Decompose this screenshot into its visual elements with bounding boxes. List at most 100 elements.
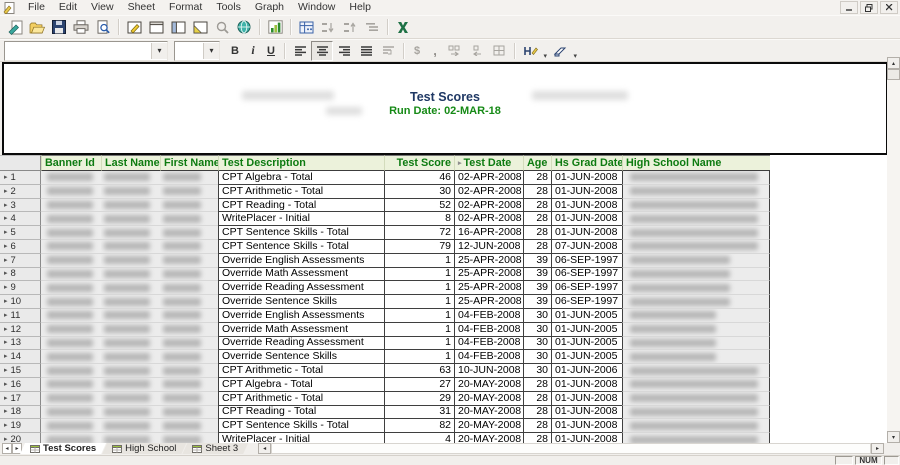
redacted-last-name-cell[interactable]: [101, 281, 160, 295]
scroll-up-icon[interactable]: [887, 57, 900, 69]
header-test-description[interactable]: Test Description: [218, 155, 384, 171]
hs-grad-date-cell[interactable]: 01-JUN-2008: [551, 406, 622, 420]
menu-sheet[interactable]: Sheet: [121, 0, 162, 15]
redacted-high-school-cell[interactable]: [622, 295, 770, 309]
align-left-button[interactable]: [289, 41, 311, 61]
test-date-cell[interactable]: 25-APR-2008: [454, 268, 523, 282]
header-first-name[interactable]: First Name: [160, 155, 218, 171]
test-score-cell[interactable]: 27: [384, 378, 454, 392]
hs-grad-date-cell[interactable]: 06-SEP-1997: [551, 281, 622, 295]
redacted-last-name-cell[interactable]: [101, 433, 160, 443]
tab-test-scores[interactable]: Test Scores: [20, 443, 106, 454]
align-justify-button[interactable]: [355, 41, 377, 61]
test-description-cell[interactable]: CPT Arithmetic - Total: [218, 185, 384, 199]
row-number[interactable]: 4: [0, 212, 41, 226]
redacted-first-name-cell[interactable]: [160, 350, 218, 364]
hs-grad-date-cell[interactable]: 01-JUN-2008: [551, 433, 622, 443]
sort-descending-button[interactable]: [339, 17, 361, 37]
tab-sheet-3[interactable]: Sheet 3: [182, 443, 248, 454]
font-size-select[interactable]: [174, 41, 220, 61]
test-date-cell[interactable]: 25-APR-2008: [454, 254, 523, 268]
hs-grad-date-cell[interactable]: 01-JUN-2005: [551, 309, 622, 323]
hs-grad-date-cell[interactable]: 01-JUN-2008: [551, 392, 622, 406]
new-report-button[interactable]: [4, 17, 26, 37]
test-score-cell[interactable]: 1: [384, 350, 454, 364]
row-number[interactable]: 9: [0, 281, 41, 295]
redacted-first-name-cell[interactable]: [160, 337, 218, 351]
test-date-cell[interactable]: 02-APR-2008: [454, 185, 523, 199]
mask-view-button[interactable]: [189, 17, 211, 37]
age-cell[interactable]: 39: [523, 268, 551, 282]
row-number[interactable]: 5: [0, 226, 41, 240]
age-cell[interactable]: 28: [523, 392, 551, 406]
hs-grad-date-cell[interactable]: 01-JUN-2008: [551, 212, 622, 226]
menu-help[interactable]: Help: [342, 0, 378, 15]
redacted-last-name-cell[interactable]: [101, 171, 160, 185]
test-description-cell[interactable]: CPT Algebra - Total: [218, 171, 384, 185]
age-cell[interactable]: 30: [523, 350, 551, 364]
test-score-cell[interactable]: 31: [384, 406, 454, 420]
test-description-cell[interactable]: CPT Arithmetic - Total: [218, 364, 384, 378]
age-cell[interactable]: 39: [523, 295, 551, 309]
test-date-cell[interactable]: 20-MAY-2008: [454, 392, 523, 406]
redacted-first-name-cell[interactable]: [160, 309, 218, 323]
test-date-cell[interactable]: 02-APR-2008: [454, 212, 523, 226]
print-preview-button[interactable]: [92, 17, 114, 37]
hs-grad-date-cell[interactable]: 01-JUN-2008: [551, 378, 622, 392]
internet-button[interactable]: [233, 17, 255, 37]
redacted-first-name-cell[interactable]: [160, 185, 218, 199]
test-description-cell[interactable]: CPT Sentence Skills - Total: [218, 419, 384, 433]
redacted-first-name-cell[interactable]: [160, 419, 218, 433]
age-cell[interactable]: 39: [523, 254, 551, 268]
redacted-last-name-cell[interactable]: [101, 295, 160, 309]
test-score-cell[interactable]: 1: [384, 295, 454, 309]
row-number[interactable]: 20: [0, 433, 41, 443]
redacted-high-school-cell[interactable]: [622, 309, 770, 323]
redacted-banner-id-cell[interactable]: [41, 364, 101, 378]
row-number[interactable]: 6: [0, 240, 41, 254]
menu-window[interactable]: Window: [291, 0, 342, 15]
group-outline-button[interactable]: [361, 17, 383, 37]
test-date-cell[interactable]: 20-MAY-2008: [454, 406, 523, 420]
age-cell[interactable]: 30: [523, 337, 551, 351]
redacted-last-name-cell[interactable]: [101, 254, 160, 268]
redacted-first-name-cell[interactable]: [160, 199, 218, 213]
test-description-cell[interactable]: Override English Assessments: [218, 254, 384, 268]
row-number[interactable]: 1: [0, 171, 41, 185]
comma-style-button[interactable]: [426, 41, 444, 61]
redacted-last-name-cell[interactable]: [101, 185, 160, 199]
test-date-cell[interactable]: 20-MAY-2008: [454, 433, 523, 443]
test-score-cell[interactable]: 63: [384, 364, 454, 378]
design-view-button[interactable]: [123, 17, 145, 37]
underline-button[interactable]: U: [262, 41, 280, 61]
row-number[interactable]: 17: [0, 392, 41, 406]
redacted-high-school-cell[interactable]: [622, 254, 770, 268]
age-cell[interactable]: 28: [523, 185, 551, 199]
page-view-button[interactable]: [145, 17, 167, 37]
redacted-high-school-cell[interactable]: [622, 419, 770, 433]
row-number[interactable]: 14: [0, 350, 41, 364]
redacted-banner-id-cell[interactable]: [41, 419, 101, 433]
redacted-last-name-cell[interactable]: [101, 419, 160, 433]
redacted-first-name-cell[interactable]: [160, 323, 218, 337]
redacted-high-school-cell[interactable]: [622, 212, 770, 226]
row-number[interactable]: 2: [0, 185, 41, 199]
redacted-high-school-cell[interactable]: [622, 392, 770, 406]
redacted-first-name-cell[interactable]: [160, 171, 218, 185]
hs-grad-date-cell[interactable]: 06-SEP-1997: [551, 254, 622, 268]
test-description-cell[interactable]: CPT Reading - Total: [218, 199, 384, 213]
test-date-cell[interactable]: 20-MAY-2008: [454, 419, 523, 433]
align-center-button[interactable]: [311, 41, 333, 61]
hs-grad-date-cell[interactable]: 01-JUN-2008: [551, 419, 622, 433]
hs-grad-date-cell[interactable]: 01-JUN-2008: [551, 226, 622, 240]
print-button[interactable]: [70, 17, 92, 37]
hs-grad-date-cell[interactable]: 01-JUN-2005: [551, 350, 622, 364]
grid-corner-cell[interactable]: [0, 155, 41, 171]
vertical-scrollbar[interactable]: [887, 57, 900, 443]
test-score-cell[interactable]: 8: [384, 212, 454, 226]
row-number[interactable]: 11: [0, 309, 41, 323]
test-description-cell[interactable]: Override English Assessments: [218, 309, 384, 323]
test-score-cell[interactable]: 1: [384, 309, 454, 323]
redacted-banner-id-cell[interactable]: [41, 295, 101, 309]
redacted-banner-id-cell[interactable]: [41, 212, 101, 226]
